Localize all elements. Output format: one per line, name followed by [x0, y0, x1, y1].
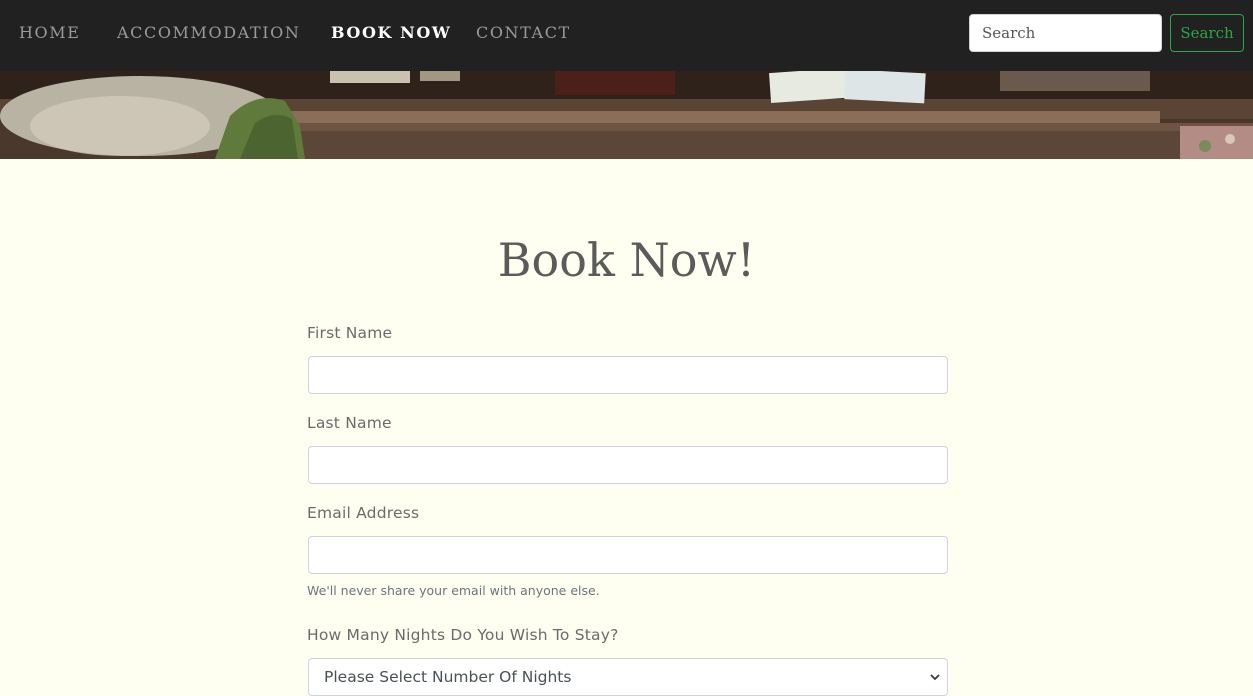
email-help-text: We'll never share your email with anyone…: [307, 583, 600, 598]
main-content: Book Now! First Name Last Name Email Add…: [0, 159, 1253, 696]
email-label: Email Address: [307, 504, 420, 522]
nav-link-home[interactable]: HOME: [19, 23, 81, 42]
search-button[interactable]: Search: [1170, 14, 1244, 52]
hero-banner-image: [0, 71, 1253, 159]
nav-link-accommodation[interactable]: ACCOMMODATION: [117, 23, 300, 42]
search-input[interactable]: [969, 14, 1162, 52]
nights-label: How Many Nights Do You Wish To Stay?: [307, 626, 619, 644]
first-name-field[interactable]: [308, 356, 948, 394]
nav-link-book-now[interactable]: BOOK NOW: [331, 23, 452, 42]
first-name-label: First Name: [307, 324, 393, 342]
top-navbar: HOME ACCOMMODATION BOOK NOW CONTACT Sear…: [0, 0, 1253, 71]
nights-select[interactable]: Please Select Number Of Nights: [308, 658, 948, 696]
email-field[interactable]: [308, 536, 948, 574]
last-name-field[interactable]: [308, 446, 948, 484]
nav-link-contact[interactable]: CONTACT: [476, 23, 571, 42]
last-name-label: Last Name: [307, 414, 392, 432]
page-title: Book Now!: [497, 233, 756, 287]
chevron-down-icon: [930, 674, 940, 681]
hero-banner-illustration: [0, 71, 1253, 159]
nights-select-value: Please Select Number Of Nights: [324, 668, 572, 686]
